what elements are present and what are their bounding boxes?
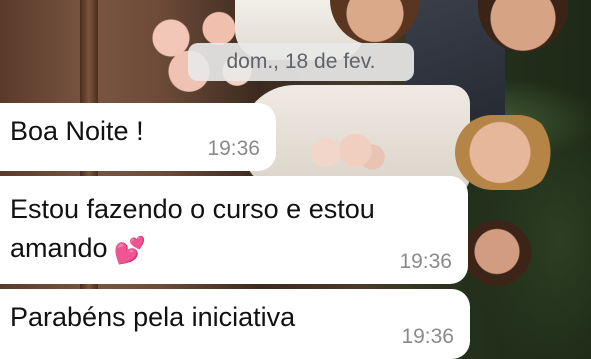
date-separator-label: dom., 18 de fev. bbox=[226, 50, 376, 73]
message-text: Estou fazendo o curso e estou amando 💕 bbox=[10, 190, 450, 268]
message-bubble[interactable]: Boa Noite ! 19:36 bbox=[0, 103, 276, 171]
message-text-line: amando bbox=[10, 233, 108, 263]
message-text-line: Estou fazendo o curso e estou bbox=[10, 194, 375, 224]
message-timestamp: 19:36 bbox=[207, 137, 260, 160]
message-text: Parabéns pela iniciativa bbox=[10, 302, 296, 332]
message-timestamp: 19:36 bbox=[401, 325, 454, 348]
message-text: Boa Noite ! bbox=[10, 116, 144, 146]
message-bubble[interactable]: Parabéns pela iniciativa 19:36 bbox=[0, 289, 470, 359]
message-bubble[interactable]: Estou fazendo o curso e estou amando 💕 19… bbox=[0, 176, 468, 284]
two-hearts-icon: 💕 bbox=[113, 234, 146, 265]
message-timestamp: 19:36 bbox=[399, 250, 452, 273]
date-separator: dom., 18 de fev. bbox=[188, 43, 414, 81]
